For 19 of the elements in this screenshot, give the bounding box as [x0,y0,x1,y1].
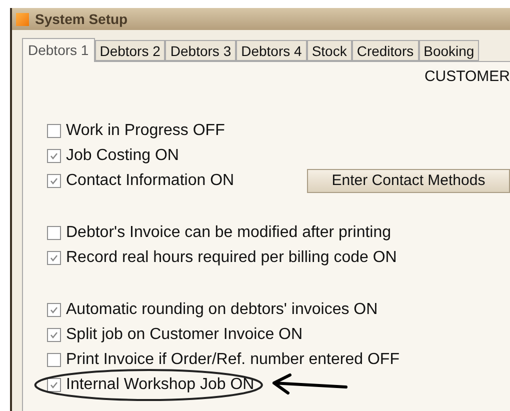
window-title: System Setup [35,10,128,29]
checkbox-label: Job Costing ON [66,146,179,166]
checkbox-label: Debtor's Invoice can be modified after printing [66,222,392,242]
checkbox-label: Automatic rounding on debtors' invoices ON [66,300,378,320]
tab[interactable]: Debtors 2 [94,40,166,61]
tab[interactable]: Booking [418,40,480,61]
tab[interactable]: Debtors 1 [22,38,95,62]
tab[interactable]: Debtors 4 [236,40,307,61]
section-heading: CUSTOMER [424,67,510,87]
checkbox-label: Print Invoice if Order/Ref. number entered OFF [66,350,400,370]
tab[interactable]: Creditors [352,40,419,61]
checkbox-label: Split job on Customer Invoice ON [66,324,303,344]
tab[interactable]: Stock [306,40,352,61]
checkbox-label: Internal Workshop Job ON [66,374,254,394]
checkbox-label: Record real hours required per billing code ON [66,248,397,268]
checkbox-label: Work in Progress OFF [66,120,225,140]
tab[interactable]: Debtors 3 [165,40,236,61]
enter-contact-methods-button[interactable]: Enter Contact Methods [307,168,510,192]
checkbox-label: Contact Information ON [66,170,234,190]
